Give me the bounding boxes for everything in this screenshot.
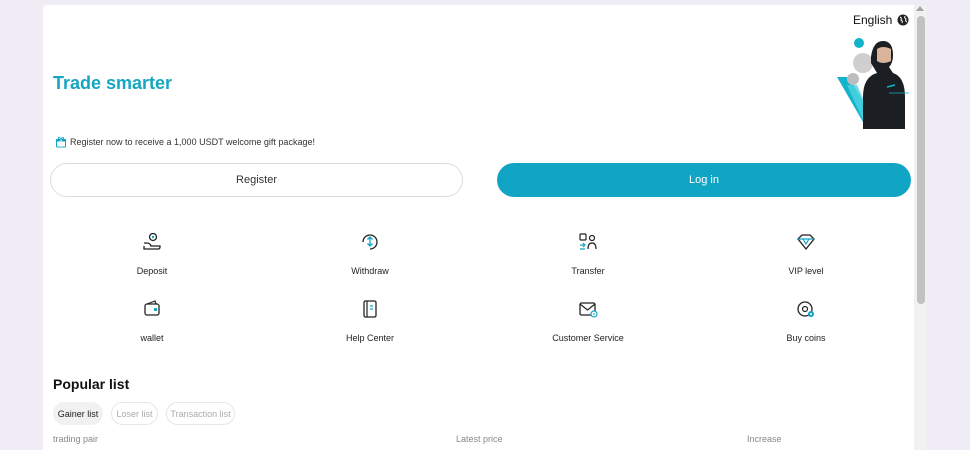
- action-label: VIP level: [788, 266, 824, 276]
- buy-coins-icon: [793, 296, 819, 322]
- column-header-latest-price: Latest price: [456, 434, 503, 444]
- help-center-icon: [357, 296, 383, 322]
- main-page: [43, 5, 927, 450]
- promo-text: Register now to receive a 1,000 USDT wel…: [70, 137, 315, 147]
- withdraw-icon: [357, 229, 383, 255]
- action-wallet[interactable]: wallet: [92, 296, 212, 343]
- scrollbar-thumb[interactable]: [917, 16, 925, 304]
- login-button[interactable]: Log in: [497, 163, 911, 197]
- action-customer-service[interactable]: Customer Service: [528, 296, 648, 343]
- register-button[interactable]: Register: [50, 163, 463, 197]
- action-label: Deposit: [136, 266, 168, 276]
- popular-list-title: Popular list: [53, 376, 130, 392]
- action-label: wallet: [140, 333, 164, 343]
- promo-banner: Register now to receive a 1,000 USDT wel…: [55, 136, 315, 148]
- scroll-up-arrow[interactable]: [916, 6, 924, 11]
- action-help-center[interactable]: Help Center: [310, 296, 430, 343]
- globe-icon: [897, 14, 909, 26]
- tab-gainer-list[interactable]: Gainer list: [53, 402, 103, 425]
- tab-loser-list[interactable]: Loser list: [111, 402, 158, 425]
- customer-service-icon: [575, 296, 601, 322]
- action-label: Transfer: [571, 266, 605, 276]
- language-label: English: [853, 13, 893, 27]
- column-header-trading-pair: trading pair: [53, 434, 99, 444]
- action-label: Help Center: [345, 333, 395, 343]
- action-label: Withdraw: [351, 266, 389, 276]
- action-transfer[interactable]: Transfer: [528, 229, 648, 276]
- action-label: Buy coins: [786, 333, 826, 343]
- deposit-icon: [139, 229, 165, 255]
- tab-transaction-list[interactable]: Transaction list: [166, 402, 235, 425]
- column-header-increase: Increase: [747, 434, 782, 444]
- hero-illustration: [837, 38, 909, 129]
- action-withdraw[interactable]: Withdraw: [310, 229, 430, 276]
- action-vip-level[interactable]: VIP level: [746, 229, 866, 276]
- action-deposit[interactable]: Deposit: [92, 229, 212, 276]
- gift-icon: [56, 137, 66, 148]
- diamond-icon: [793, 229, 819, 255]
- action-label: Customer Service: [552, 333, 624, 343]
- action-buy-coins[interactable]: Buy coins: [746, 296, 866, 343]
- transfer-icon: [575, 229, 601, 255]
- hero-title: Trade smarter: [53, 73, 173, 93]
- wallet-icon: [139, 296, 165, 322]
- language-switcher[interactable]: English: [853, 13, 909, 27]
